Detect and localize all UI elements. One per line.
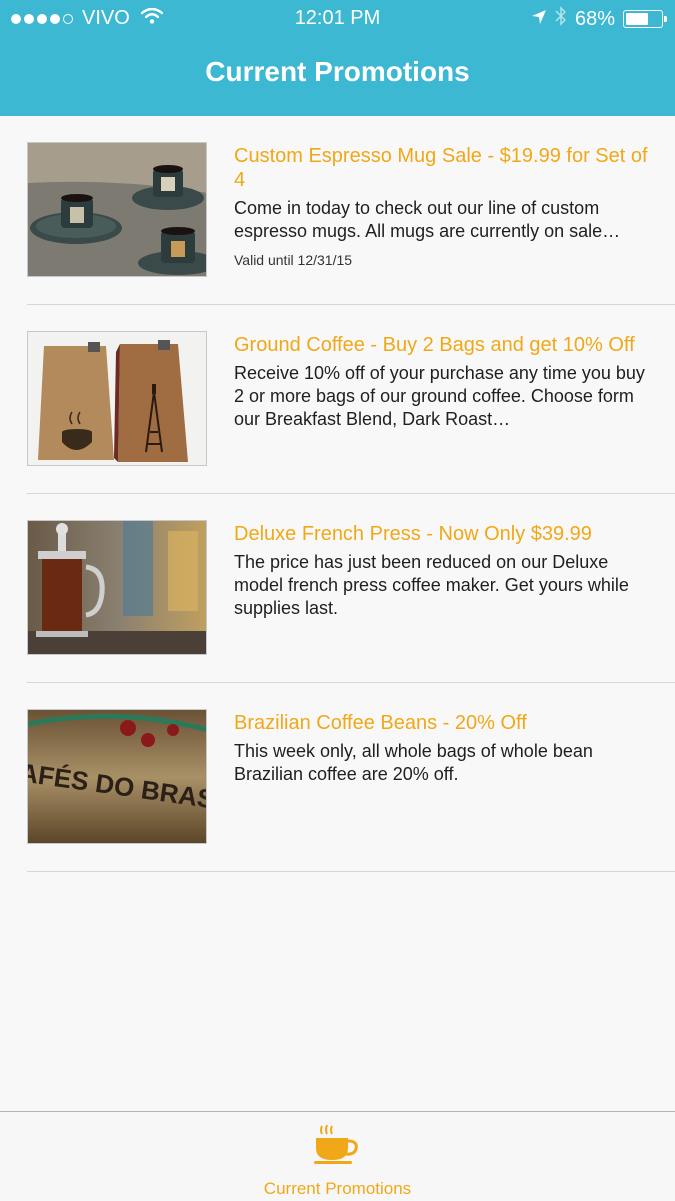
tab-bar: Current Promotions <box>0 1111 675 1200</box>
promotion-title: Custom Espresso Mug Sale - $19.99 for Se… <box>234 145 648 191</box>
location-arrow-icon <box>531 8 547 31</box>
battery-icon <box>623 10 667 28</box>
promotion-description: This week only, all whole bags of whole … <box>234 741 593 784</box>
tab-label: Current Promotions <box>263 1179 412 1198</box>
promotion-valid-until: Valid until 12/31/15 <box>234 252 353 268</box>
promotion-item[interactable]: CAFÉS DO BRASIL Brazilian Coffee Beans -… <box>0 683 675 872</box>
promotion-description: The price has just been reduced on our D… <box>234 552 629 618</box>
status-bar: VIVO 12:01 PM 68% <box>0 0 675 36</box>
promotion-description: Receive 10% off of your purchase any tim… <box>234 363 645 429</box>
promotion-title: Deluxe French Press - Now Only $39.99 <box>234 523 592 545</box>
promotion-text: Deluxe French Press - Now Only $39.99 Th… <box>234 522 654 620</box>
battery-level <box>626 13 648 25</box>
tab-current-promotions[interactable]: Current Promotions <box>0 1112 675 1201</box>
header-bar: VIVO 12:01 PM 68% Current Promotions <box>0 0 675 116</box>
battery-nub <box>664 16 667 22</box>
promotion-text: Custom Espresso Mug Sale - $19.99 for Se… <box>234 144 654 268</box>
coffee-cup-icon <box>312 1124 362 1175</box>
espresso-mugs-image <box>27 142 207 277</box>
battery-percent: 68% <box>574 7 615 30</box>
bluetooth-icon <box>555 6 567 32</box>
promotion-item[interactable]: Deluxe French Press - Now Only $39.99 Th… <box>0 494 675 683</box>
french-press-image <box>27 520 207 655</box>
promotion-title: Brazilian Coffee Beans - 20% Off <box>234 712 527 734</box>
coffee-bags-image <box>27 331 207 466</box>
promotion-text: Brazilian Coffee Beans - 20% Off This we… <box>234 711 654 786</box>
row-divider <box>27 871 675 872</box>
page-title: Current Promotions <box>205 56 470 87</box>
promotion-description: Come in today to check out our line of c… <box>234 198 621 241</box>
promotions-list: Custom Espresso Mug Sale - $19.99 for Se… <box>0 116 675 872</box>
promotion-item[interactable]: Custom Espresso Mug Sale - $19.99 for Se… <box>0 116 675 305</box>
status-right: 68% <box>531 6 667 32</box>
promotion-item[interactable]: Ground Coffee - Buy 2 Bags and get 10% O… <box>0 305 675 494</box>
promotion-title: Ground Coffee - Buy 2 Bags and get 10% O… <box>234 334 635 356</box>
promotion-text: Ground Coffee - Buy 2 Bags and get 10% O… <box>234 333 654 431</box>
brazilian-coffee-sack-image: CAFÉS DO BRASIL <box>27 709 207 844</box>
